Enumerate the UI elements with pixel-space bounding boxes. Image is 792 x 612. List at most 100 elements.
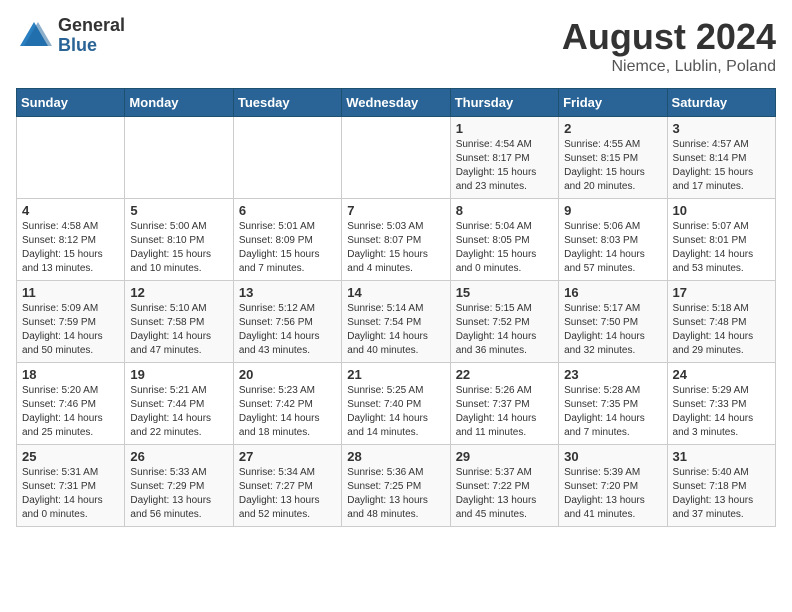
day-number: 29 [456, 449, 553, 464]
calendar-cell: 19 Sunrise: 5:21 AM Sunset: 7:44 PM Dayli… [125, 363, 233, 445]
header-cell-sunday: Sunday [17, 89, 125, 117]
day-info: Sunrise: 4:58 AM Sunset: 8:12 PM Dayligh… [22, 220, 119, 276]
day-number: 14 [347, 285, 444, 300]
header-cell-monday: Monday [125, 89, 233, 117]
day-info: Sunrise: 5:40 AM Sunset: 7:18 PM Dayligh… [673, 466, 770, 522]
day-info: Sunrise: 5:04 AM Sunset: 8:05 PM Dayligh… [456, 220, 553, 276]
calendar-cell: 6 Sunrise: 5:01 AM Sunset: 8:09 PM Daylig… [233, 199, 341, 281]
calendar-cell: 16Sunrise: 5:17 AM Sunset: 7:50 PM Dayli… [559, 281, 667, 363]
calendar-cell: 9 Sunrise: 5:06 AM Sunset: 8:03 PM Daylig… [559, 199, 667, 281]
day-info: Sunrise: 5:09 AM Sunset: 7:59 PM Dayligh… [22, 302, 119, 358]
calendar-cell: 31 Sunrise: 5:40 AM Sunset: 7:18 PM Dayli… [667, 445, 775, 527]
calendar-cell [17, 117, 125, 199]
day-number: 3 [673, 121, 770, 136]
title-area: August 2024 Niemce, Lublin, Poland [562, 16, 776, 76]
calendar-cell: 30 Sunrise: 5:39 AM Sunset: 7:20 PM Dayli… [559, 445, 667, 527]
day-info: Sunrise: 5:23 AM Sunset: 7:42 PM Dayligh… [239, 384, 336, 440]
day-number: 27 [239, 449, 336, 464]
calendar-cell: 24 Sunrise: 5:29 AM Sunset: 7:33 PM Dayli… [667, 363, 775, 445]
calendar-cell: 7 Sunrise: 5:03 AM Sunset: 8:07 PM Daylig… [342, 199, 450, 281]
day-number: 26 [130, 449, 227, 464]
day-info: Sunrise: 5:39 AM Sunset: 7:20 PM Dayligh… [564, 466, 661, 522]
header-cell-thursday: Thursday [450, 89, 558, 117]
calendar-table: SundayMondayTuesdayWednesdayThursdayFrid… [16, 88, 776, 527]
day-info: Sunrise: 5:31 AM Sunset: 7:31 PM Dayligh… [22, 466, 119, 522]
day-info: Sunrise: 5:14 AM Sunset: 7:54 PM Dayligh… [347, 302, 444, 358]
calendar-cell: 8 Sunrise: 5:04 AM Sunset: 8:05 PM Daylig… [450, 199, 558, 281]
day-info: Sunrise: 5:25 AM Sunset: 7:40 PM Dayligh… [347, 384, 444, 440]
day-number: 12 [130, 285, 227, 300]
calendar-cell: 12 Sunrise: 5:10 AM Sunset: 7:58 PM Dayli… [125, 281, 233, 363]
day-info: Sunrise: 4:55 AM Sunset: 8:15 PM Dayligh… [564, 138, 661, 194]
day-number: 21 [347, 367, 444, 382]
day-info: Sunrise: 5:07 AM Sunset: 8:01 PM Dayligh… [673, 220, 770, 276]
day-number: 9 [564, 203, 661, 218]
week-row-4: 18Sunrise: 5:20 AM Sunset: 7:46 PM Dayli… [17, 363, 776, 445]
week-row-2: 4 Sunrise: 4:58 AM Sunset: 8:12 PM Daylig… [17, 199, 776, 281]
calendar-cell: 17 Sunrise: 5:18 AM Sunset: 7:48 PM Dayli… [667, 281, 775, 363]
calendar-cell: 29Sunrise: 5:37 AM Sunset: 7:22 PM Dayli… [450, 445, 558, 527]
logo-general-text: General [58, 16, 125, 36]
week-row-5: 25 Sunrise: 5:31 AM Sunset: 7:31 PM Dayli… [17, 445, 776, 527]
calendar-cell [342, 117, 450, 199]
day-number: 7 [347, 203, 444, 218]
day-number: 31 [673, 449, 770, 464]
day-number: 15 [456, 285, 553, 300]
day-info: Sunrise: 5:06 AM Sunset: 8:03 PM Dayligh… [564, 220, 661, 276]
day-number: 30 [564, 449, 661, 464]
day-info: Sunrise: 5:21 AM Sunset: 7:44 PM Dayligh… [130, 384, 227, 440]
day-number: 18 [22, 367, 119, 382]
logo-blue-text: Blue [58, 36, 125, 56]
calendar-cell: 23 Sunrise: 5:28 AM Sunset: 7:35 PM Dayli… [559, 363, 667, 445]
day-number: 19 [130, 367, 227, 382]
day-number: 4 [22, 203, 119, 218]
day-info: Sunrise: 5:18 AM Sunset: 7:48 PM Dayligh… [673, 302, 770, 358]
header-row: SundayMondayTuesdayWednesdayThursdayFrid… [17, 89, 776, 117]
calendar-cell: 21 Sunrise: 5:25 AM Sunset: 7:40 PM Dayli… [342, 363, 450, 445]
calendar-header: SundayMondayTuesdayWednesdayThursdayFrid… [17, 89, 776, 117]
day-number: 6 [239, 203, 336, 218]
day-info: Sunrise: 5:34 AM Sunset: 7:27 PM Dayligh… [239, 466, 336, 522]
day-info: Sunrise: 5:28 AM Sunset: 7:35 PM Dayligh… [564, 384, 661, 440]
day-info: Sunrise: 5:12 AM Sunset: 7:56 PM Dayligh… [239, 302, 336, 358]
header-cell-friday: Friday [559, 89, 667, 117]
page-header: General Blue August 2024 Niemce, Lublin,… [16, 16, 776, 76]
day-info: Sunrise: 5:36 AM Sunset: 7:25 PM Dayligh… [347, 466, 444, 522]
day-number: 8 [456, 203, 553, 218]
day-info: Sunrise: 5:15 AM Sunset: 7:52 PM Dayligh… [456, 302, 553, 358]
week-row-3: 11 Sunrise: 5:09 AM Sunset: 7:59 PM Dayli… [17, 281, 776, 363]
header-cell-tuesday: Tuesday [233, 89, 341, 117]
day-number: 10 [673, 203, 770, 218]
calendar-cell: 15 Sunrise: 5:15 AM Sunset: 7:52 PM Dayli… [450, 281, 558, 363]
day-number: 17 [673, 285, 770, 300]
day-number: 24 [673, 367, 770, 382]
header-cell-saturday: Saturday [667, 89, 775, 117]
calendar-title: August 2024 [562, 16, 776, 58]
calendar-cell: 26Sunrise: 5:33 AM Sunset: 7:29 PM Dayli… [125, 445, 233, 527]
day-number: 5 [130, 203, 227, 218]
day-number: 13 [239, 285, 336, 300]
day-number: 11 [22, 285, 119, 300]
calendar-cell: 2 Sunrise: 4:55 AM Sunset: 8:15 PM Daylig… [559, 117, 667, 199]
day-info: Sunrise: 4:54 AM Sunset: 8:17 PM Dayligh… [456, 138, 553, 194]
day-number: 2 [564, 121, 661, 136]
day-number: 25 [22, 449, 119, 464]
logo-icon [16, 18, 52, 54]
calendar-cell [233, 117, 341, 199]
day-info: Sunrise: 5:03 AM Sunset: 8:07 PM Dayligh… [347, 220, 444, 276]
calendar-cell: 27 Sunrise: 5:34 AM Sunset: 7:27 PM Dayli… [233, 445, 341, 527]
calendar-cell: 13 Sunrise: 5:12 AM Sunset: 7:56 PM Dayli… [233, 281, 341, 363]
day-number: 23 [564, 367, 661, 382]
calendar-cell: 25 Sunrise: 5:31 AM Sunset: 7:31 PM Dayli… [17, 445, 125, 527]
day-info: Sunrise: 5:01 AM Sunset: 8:09 PM Dayligh… [239, 220, 336, 276]
week-row-1: 1Sunrise: 4:54 AM Sunset: 8:17 PM Daylig… [17, 117, 776, 199]
day-info: Sunrise: 5:29 AM Sunset: 7:33 PM Dayligh… [673, 384, 770, 440]
day-info: Sunrise: 5:10 AM Sunset: 7:58 PM Dayligh… [130, 302, 227, 358]
calendar-cell: 5Sunrise: 5:00 AM Sunset: 8:10 PM Daylig… [125, 199, 233, 281]
day-info: Sunrise: 4:57 AM Sunset: 8:14 PM Dayligh… [673, 138, 770, 194]
calendar-body: 1Sunrise: 4:54 AM Sunset: 8:17 PM Daylig… [17, 117, 776, 527]
calendar-cell: 11 Sunrise: 5:09 AM Sunset: 7:59 PM Dayli… [17, 281, 125, 363]
calendar-cell: 14 Sunrise: 5:14 AM Sunset: 7:54 PM Dayli… [342, 281, 450, 363]
day-info: Sunrise: 5:26 AM Sunset: 7:37 PM Dayligh… [456, 384, 553, 440]
day-number: 20 [239, 367, 336, 382]
